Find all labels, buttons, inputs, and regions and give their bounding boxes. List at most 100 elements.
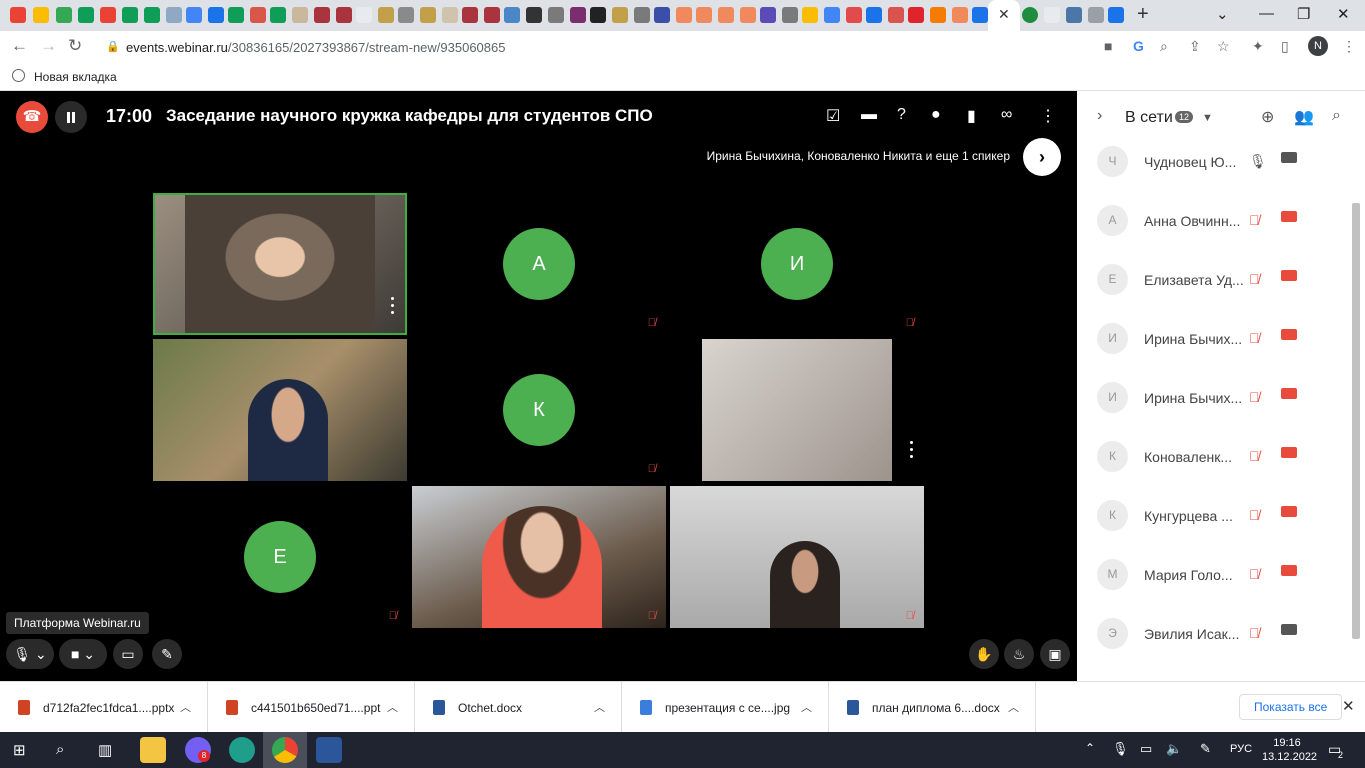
drive-tab-icon[interactable] [186,7,202,23]
participant-row[interactable]: И Ирина Бычих... 🎙̸ [1077,309,1347,368]
more-kebab-icon[interactable]: ⋮ [1040,106,1056,126]
pen-icon[interactable]: ✎ [1200,741,1211,757]
downloads-close-icon[interactable]: ✕ [1342,697,1355,715]
chevron-up-icon[interactable]: ︿ [1008,699,1019,715]
reload-icon[interactable]: ↻ [68,36,82,56]
maximize-icon[interactable]: ❐ [1297,5,1310,23]
drive-tab-icon[interactable] [33,7,49,23]
screen-share-icon[interactable]: ▭ [113,639,143,669]
volume-icon[interactable]: 🔈 [1166,741,1182,757]
google-tab-icon[interactable] [356,7,372,23]
task-view-icon[interactable]: ▥ [98,741,112,759]
site-tab-icon[interactable] [760,7,776,23]
bookmark-star-icon[interactable]: ☆ [1217,38,1230,55]
forward-icon[interactable]: → [40,36,57,56]
participant-row[interactable]: Ч Чудновец Ю... 🎙 [1077,132,1347,191]
download-item[interactable]: презентация с се....jpg ︿ [622,682,829,732]
chat-icon[interactable]: ▬ [861,106,877,124]
site-tab-icon[interactable] [676,7,692,23]
bookmark-new-tab[interactable]: Новая вкладка [34,70,117,84]
chrome-icon[interactable] [272,737,298,763]
mic-toggle-button[interactable]: 🎙 ⌄ [6,639,54,669]
chevron-up-icon[interactable]: ︿ [387,699,398,715]
plus-tab-icon[interactable] [122,7,138,23]
gmail-tab-icon[interactable] [100,7,116,23]
emblem-tab-icon[interactable] [378,7,394,23]
pause-button[interactable] [55,101,87,133]
download-item[interactable]: d712fa2fec1fdca1....pptx ︿ [0,682,208,732]
google-tab-icon[interactable] [1044,7,1060,23]
mic-muted-icon[interactable]: 🎙̸ [1249,212,1260,228]
end-call-button[interactable]: ☎ [16,101,48,133]
sidebar-title[interactable]: В сети [1125,109,1173,127]
close-window-icon[interactable]: ✕ [1337,5,1350,23]
site-tab-icon[interactable] [526,7,542,23]
edge-icon[interactable] [229,737,255,763]
back-icon[interactable]: ← [11,36,28,56]
tray-chevron-icon[interactable]: ⌃ [1085,741,1095,755]
camera-toggle-button[interactable]: ■ ⌄ [59,639,107,669]
plus-tab-icon[interactable] [78,7,94,23]
site-tab-icon[interactable] [1022,7,1038,23]
minimize-icon[interactable]: — [1259,5,1274,22]
docs-tab-icon[interactable] [824,7,840,23]
chevron-up-icon[interactable]: ︿ [801,699,812,715]
mic-muted-icon[interactable]: 🎙̸ [1249,330,1260,346]
video-tile[interactable] [153,339,407,481]
download-item[interactable]: план диплома 6....docx ︿ [829,682,1036,732]
menu-kebab-icon[interactable]: ⋮ [1342,38,1356,55]
tab-search-icon[interactable]: ⌄ [1216,5,1229,23]
number-tab-icon[interactable] [972,7,988,23]
new-tab-icon[interactable]: + [1137,3,1149,26]
site-tab-icon[interactable] [718,7,734,23]
side-panel-icon[interactable]: ▯ [1281,38,1289,55]
participant-row[interactable]: Э Эвилия Исак... 🎙̸ [1077,604,1347,663]
word-icon[interactable] [316,737,342,763]
avatar-tile[interactable]: А 🎙̸ [412,193,666,335]
site-tab-icon[interactable] [634,7,650,23]
tab-close-icon[interactable]: ✕ [998,6,1010,23]
extensions-icon[interactable]: ✦ [1252,38,1264,55]
site-tab-icon[interactable] [846,7,862,23]
drive-tab-icon[interactable] [802,7,818,23]
site-tab-icon[interactable] [504,7,520,23]
chart-tab-icon[interactable] [930,7,946,23]
link-icon[interactable]: ∞ [1001,106,1012,124]
chevron-up-icon[interactable]: ︿ [180,699,191,715]
site-tab-icon[interactable] [462,7,478,23]
mail-tab-icon[interactable] [654,7,670,23]
video-tile[interactable]: 🎙̸ [412,486,666,628]
participant-row[interactable]: К Коноваленк... 🎙̸ [1077,427,1347,486]
checklist-icon[interactable]: ☑ [826,106,840,126]
mic-muted-icon[interactable]: 🎙̸ [1249,625,1260,641]
site-tab-icon[interactable] [590,7,606,23]
video-tile[interactable] [670,339,924,481]
mic-muted-icon[interactable]: 🎙̸ [1249,448,1260,464]
microphone-tray-icon[interactable]: 🎙 [1112,741,1129,757]
mic-muted-icon[interactable]: 🎙̸ [1249,271,1260,287]
plus-tab-icon[interactable] [228,7,244,23]
url-text[interactable]: events.webinar.ru/30836165/2027393867/st… [126,40,505,55]
site-tab-icon[interactable] [442,7,458,23]
site-tab-icon[interactable] [314,7,330,23]
dropdown-caret-icon[interactable]: ▼ [1202,112,1213,124]
participants-icon[interactable]: ● [931,106,941,124]
participant-row[interactable]: Е Елизавета Уд... 🎙̸ [1077,250,1347,309]
site-tab-icon[interactable] [740,7,756,23]
camera-icon[interactable] [1281,152,1297,163]
plus-tab-icon[interactable] [144,7,160,23]
participant-row[interactable]: А Анна Овчинн... 🎙̸ [1077,191,1347,250]
camera-off-icon[interactable] [1281,211,1297,222]
site-tab-icon[interactable] [336,7,352,23]
avatar-tile[interactable]: К 🎙̸ [412,339,666,481]
download-item[interactable]: c441501b650ed71....ppt ︿ [208,682,415,732]
windows-start-icon[interactable]: ⊞ [13,741,26,759]
chevron-up-icon[interactable]: ︿ [594,699,605,715]
site-tab-icon[interactable] [782,7,798,23]
site-tab-icon[interactable] [888,7,904,23]
site-tab-icon[interactable] [166,7,182,23]
video-tile[interactable] [153,193,407,335]
gmail-tab-icon[interactable] [10,7,26,23]
layout-icon[interactable]: ▣ [1040,639,1070,669]
language-indicator[interactable]: РУС [1230,743,1252,755]
